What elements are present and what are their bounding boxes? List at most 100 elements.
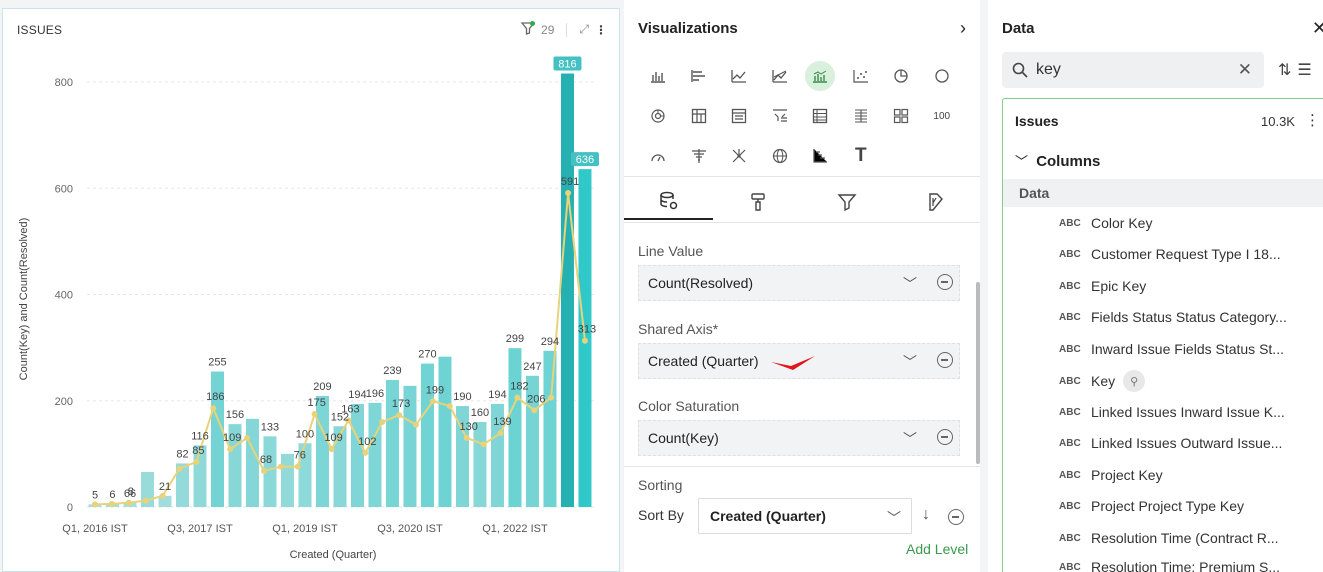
donut-chart-icon[interactable] [922, 60, 963, 92]
data-section-header: Data [1003, 179, 1323, 207]
line-data-label: 68 [260, 454, 272, 466]
column-item[interactable]: ABC Project Project Type Key [1059, 494, 1244, 518]
column-label: Key [1091, 373, 1116, 389]
line-point [328, 446, 335, 453]
text-widget-icon[interactable]: T [841, 140, 882, 172]
bar [560, 73, 574, 507]
combo-chart-icon[interactable] [800, 60, 841, 92]
bar-data-label: 21 [159, 481, 171, 493]
area-chart-icon[interactable] [760, 60, 801, 92]
shared-axis-label: Shared Axis* [638, 321, 719, 337]
filter-table-icon[interactable] [760, 100, 801, 132]
number-card-icon[interactable]: 100 [922, 100, 963, 132]
clear-search-icon[interactable]: ✕ [1238, 60, 1252, 80]
line-point [260, 467, 267, 474]
waterfall-chart-icon[interactable] [800, 140, 841, 172]
tab-filter[interactable] [802, 184, 891, 220]
column-item[interactable]: ABC Resolution Time: Premium S... [1059, 555, 1280, 572]
pin-icon[interactable]: ⚲ [1123, 370, 1146, 392]
geo-map-icon[interactable] [760, 140, 801, 172]
pie-chart-icon[interactable] [881, 60, 922, 92]
funnel-chart-icon[interactable] [679, 140, 720, 172]
scrollbar-thumb[interactable] [976, 282, 980, 464]
y-tick-label: 400 [55, 290, 73, 302]
config-tabs [624, 184, 980, 220]
column-item[interactable]: ABC Customer Request Type I 18... [1059, 242, 1281, 266]
column-item[interactable]: ABC Resolution Time (Contract R... [1059, 526, 1279, 550]
sort-direction-arrow-icon[interactable]: ↓ [922, 506, 930, 524]
line-point [446, 403, 453, 410]
add-level-link[interactable]: Add Level [906, 541, 968, 557]
chart-title: ISSUES [17, 23, 63, 37]
database-settings-icon [659, 191, 677, 210]
remove-sort-icon[interactable] [948, 509, 964, 525]
more-options-icon[interactable]: ⋮ [595, 23, 607, 37]
column-item[interactable]: ABC Linked Issues Outward Issue... [1059, 431, 1282, 455]
column-label: Customer Request Type I 18... [1091, 246, 1281, 262]
list-table-icon[interactable] [800, 100, 841, 132]
line-point [379, 419, 386, 425]
close-icon[interactable]: ✕ [1312, 18, 1323, 39]
collapse-chevron-icon[interactable]: › [960, 18, 966, 39]
columns-toggle[interactable]: ﹀ Columns [1015, 151, 1100, 170]
chevron-down-icon: ﹀ [903, 431, 917, 447]
y-tick-label: 600 [55, 183, 73, 195]
color-saturation-dropdown[interactable]: Count(Key) ﹀ [638, 420, 960, 456]
bar-chart-icon[interactable] [638, 60, 679, 92]
hbar-chart-icon[interactable] [679, 60, 720, 92]
network-chart-icon[interactable] [719, 140, 760, 172]
list-view-icon[interactable]: ☰ [1297, 62, 1317, 79]
data-title: Data [1002, 20, 1035, 37]
gauge-chart-icon[interactable] [638, 140, 679, 172]
column-item[interactable]: ABC Key ⚲ [1059, 369, 1146, 393]
source-card: Issues 10.3K ⋮ ﹀ Columns Data ABC Color K… [1002, 98, 1323, 572]
line-data-label: 206 [527, 393, 545, 405]
sunburst-chart-icon[interactable] [638, 100, 679, 132]
y-tick-label: 200 [55, 396, 73, 408]
line-point [125, 499, 132, 506]
column-item[interactable]: ABC Color Key [1059, 211, 1152, 235]
bar-data-label: 196 [366, 388, 384, 400]
chart-widget[interactable]: 0 200 400 600 800 Count(Key) and Count(Resolv… [2, 8, 620, 572]
scatter-chart-icon[interactable] [841, 60, 882, 92]
sort-by-dropdown[interactable]: Created (Quarter) ﹀ [698, 498, 912, 534]
columns-label: Columns [1036, 153, 1101, 170]
y-tick-label: 0 [67, 502, 73, 514]
shared-axis-dropdown[interactable]: Created (Quarter) ﹀ [638, 343, 960, 379]
line-point [480, 441, 487, 448]
line-data-label: 85 [192, 445, 204, 457]
column-item[interactable]: ABC Fields Status Status Category... [1059, 305, 1287, 329]
line-point [92, 501, 98, 508]
column-item[interactable]: ABC Project Key [1059, 463, 1163, 487]
tab-format[interactable] [713, 184, 802, 220]
card-grid-icon[interactable] [881, 100, 922, 132]
bar [543, 350, 557, 507]
text-type-icon: ABC [1059, 280, 1081, 292]
color-saturation-label: Color Saturation [638, 398, 740, 414]
column-item[interactable]: ABC Inward Issue Fields Status St... [1059, 337, 1284, 361]
line-data-label: 109 [324, 432, 342, 444]
sort-toggle-icon[interactable]: ⇅ [1278, 62, 1297, 79]
tab-data[interactable] [624, 184, 713, 220]
sheet-table-icon[interactable] [841, 100, 882, 132]
remove-color-saturation-icon[interactable] [937, 429, 953, 445]
table-chart-icon[interactable] [719, 100, 760, 132]
filter-count: 29 [541, 22, 555, 37]
remove-shared-axis-icon[interactable] [937, 352, 953, 368]
pivot-table-icon[interactable] [679, 100, 720, 132]
line-chart-icon[interactable] [719, 60, 760, 92]
line-point [108, 500, 115, 507]
sort-by-text: Created (Quarter) [710, 508, 826, 524]
remove-line-value-icon[interactable] [937, 274, 953, 290]
search-input[interactable] [1036, 61, 1236, 79]
tab-analytics[interactable] [891, 184, 980, 220]
line-value-dropdown[interactable]: Count(Resolved) ﹀ [638, 265, 960, 301]
line-data-label: 130 [460, 421, 478, 433]
column-item[interactable]: ABC Epic Key [1059, 274, 1146, 298]
column-item[interactable]: ABC Linked Issues Inward Issue K... [1059, 400, 1285, 424]
expand-icon[interactable]: ⤢ [579, 22, 589, 37]
bar-data-label: 209 [313, 381, 331, 393]
line-data-label: 182 [510, 381, 528, 393]
filter-icon[interactable] [520, 21, 536, 38]
source-more-icon[interactable]: ⋮ [1305, 111, 1320, 129]
